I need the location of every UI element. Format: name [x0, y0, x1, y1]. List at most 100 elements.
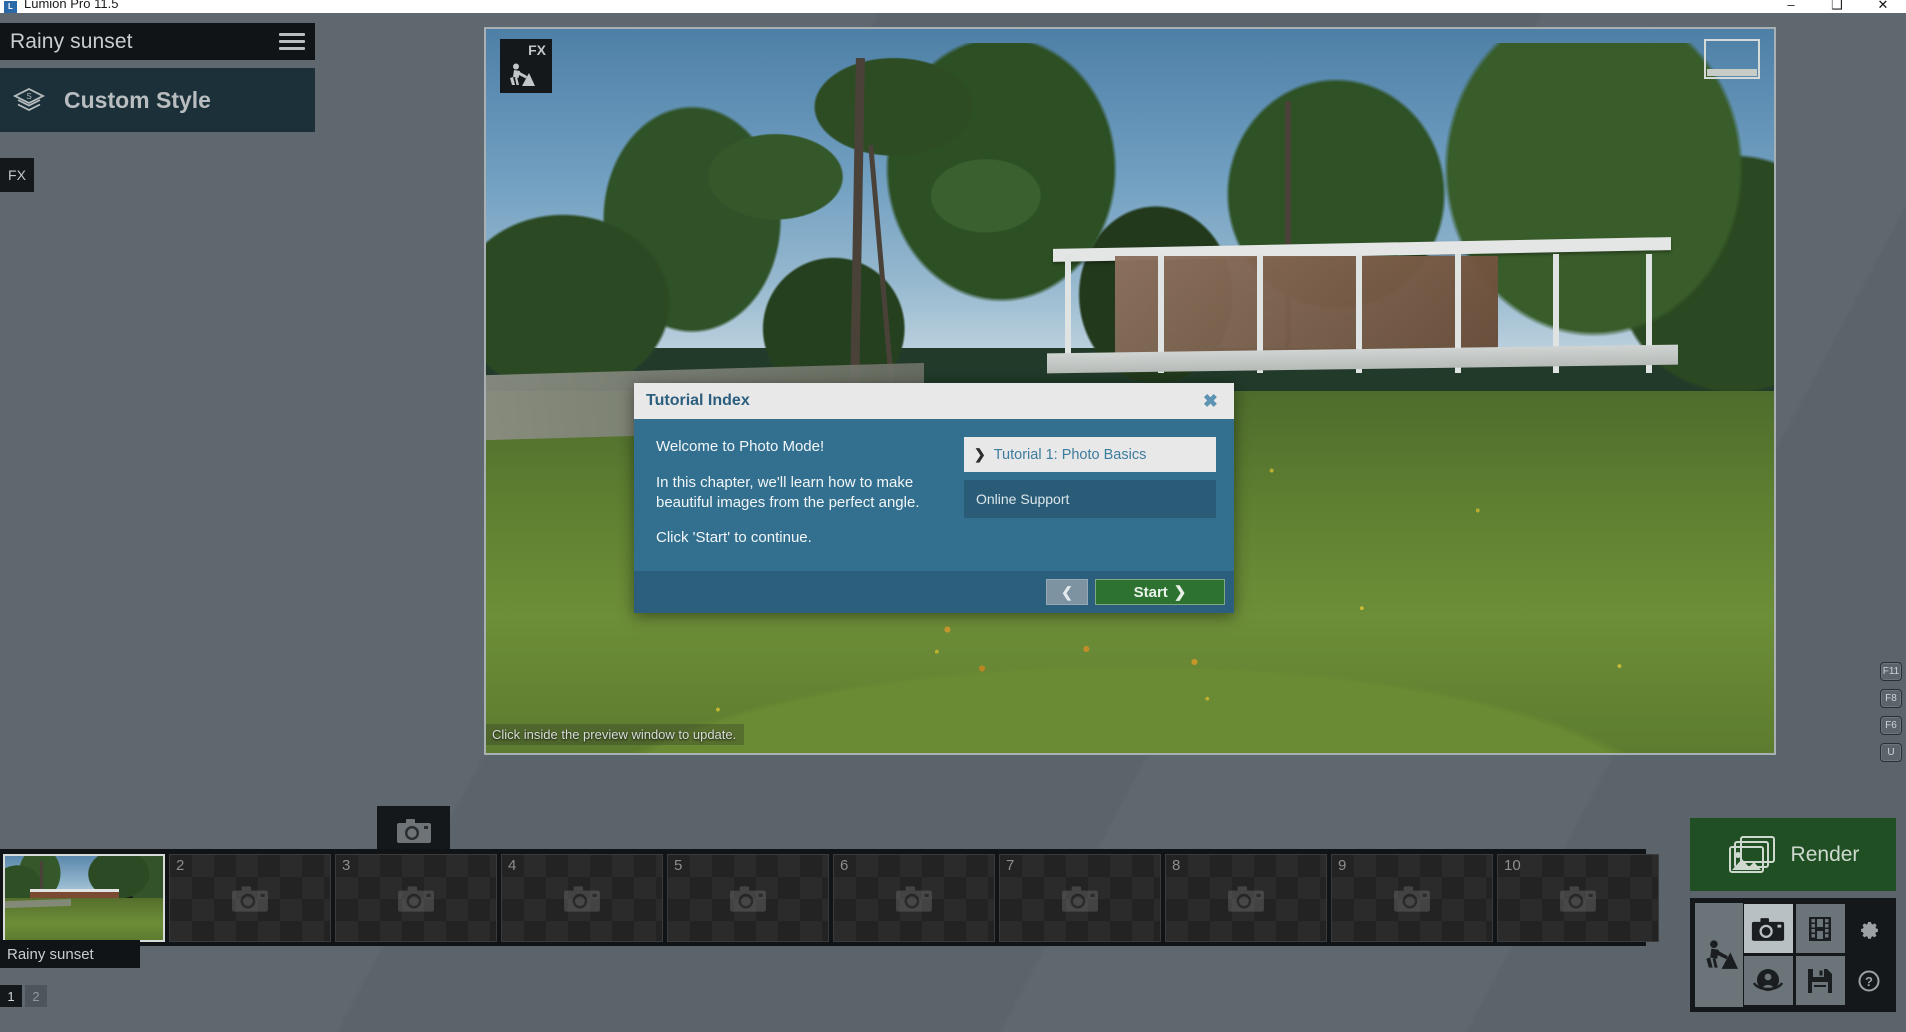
- online-support-item[interactable]: Online Support: [964, 480, 1216, 518]
- dialog-footer: ❮ Start ❯: [634, 571, 1234, 613]
- shortcut-key-f8[interactable]: F8: [1880, 689, 1902, 708]
- slot-number: 3: [342, 856, 351, 874]
- slot-number: 5: [674, 856, 683, 874]
- dialog-title: Tutorial Index: [646, 392, 750, 409]
- camera-icon: [1558, 882, 1598, 914]
- dialog-header: Tutorial Index ✖: [634, 383, 1234, 419]
- chevron-right-icon: ❯: [974, 446, 986, 462]
- floppy-disk-icon: [1805, 966, 1835, 996]
- app-icon: L: [4, 0, 17, 13]
- photo-mode-button[interactable]: [1742, 903, 1794, 954]
- aspect-frame-icon[interactable]: [1704, 39, 1760, 79]
- photo-slot-5[interactable]: 5: [667, 853, 829, 942]
- photo-slot-6[interactable]: 6: [833, 853, 995, 942]
- photo-thumbnail: [5, 855, 163, 940]
- minimize-button[interactable]: –: [1768, 0, 1814, 11]
- photo-slot-7[interactable]: 7: [999, 853, 1161, 942]
- photo-slots-filmstrip: 2 3 4 5 6 7 8 9 10: [0, 849, 1659, 946]
- camera-icon: [1750, 914, 1786, 943]
- tutorial-index-dialog: Tutorial Index ✖ Welcome to Photo Mode! …: [634, 383, 1234, 613]
- movie-mode-button[interactable]: [1794, 903, 1846, 954]
- camera-icon: [1392, 882, 1432, 914]
- dialog-paragraph-welcome: Welcome to Photo Mode!: [656, 438, 825, 455]
- help-icon[interactable]: ?: [1857, 969, 1881, 993]
- tutorial-1-item[interactable]: ❯ Tutorial 1: Photo Basics: [964, 437, 1216, 472]
- maximize-button[interactable]: ❑: [1814, 0, 1860, 11]
- sidebar-fx-button[interactable]: FX: [0, 158, 34, 192]
- camera-icon: [1226, 882, 1266, 914]
- page-tab-2[interactable]: 2: [25, 985, 47, 1007]
- project-title-bar[interactable]: Rainy sunset: [0, 23, 315, 60]
- shortcut-key-f11[interactable]: F11: [1880, 662, 1902, 681]
- dialog-body: Welcome to Photo Mode! In this chapter, …: [634, 419, 1234, 571]
- svg-text:?: ?: [1865, 974, 1873, 989]
- take-photo-button[interactable]: [377, 806, 450, 854]
- photo-slot-4[interactable]: 4: [501, 853, 663, 942]
- build-worker-icon: [1700, 937, 1738, 973]
- camera-icon: [894, 882, 934, 914]
- camera-icon: [395, 815, 433, 845]
- build-mode-button[interactable]: [1695, 903, 1743, 1007]
- slot-number: 4: [508, 856, 517, 874]
- photos-stack-icon: [1727, 834, 1779, 876]
- panorama-mode-button[interactable]: [1742, 955, 1794, 1006]
- mode-switcher-panel: ?: [1690, 898, 1896, 1012]
- photo-slot-9[interactable]: 9: [1331, 853, 1493, 942]
- camera-icon: [396, 882, 436, 914]
- photo-page-tabs: 1 2: [0, 985, 47, 1007]
- camera-icon: [230, 882, 270, 914]
- previous-button[interactable]: ❮: [1046, 579, 1088, 605]
- render-button[interactable]: Render: [1690, 818, 1896, 891]
- dialog-text-column: Welcome to Photo Mode! In this chapter, …: [656, 437, 946, 555]
- layers-style-icon: S: [12, 85, 46, 115]
- window-title: Lumion Pro 11.5: [24, 0, 119, 11]
- shortcut-key-u[interactable]: U: [1880, 743, 1902, 762]
- save-mode-button[interactable]: [1794, 955, 1846, 1006]
- slot-number: 9: [1338, 856, 1347, 874]
- chevron-right-icon: ❯: [1173, 584, 1187, 601]
- slot-number: 2: [176, 856, 185, 874]
- custom-style-label: Custom Style: [64, 86, 211, 113]
- slot-number: 7: [1006, 856, 1015, 874]
- tutorial-1-label: Tutorial 1: Photo Basics: [993, 446, 1147, 463]
- page-tab-1[interactable]: 1: [0, 985, 22, 1007]
- viewport-fx-badge[interactable]: FX: [500, 39, 552, 93]
- lumion-app-window: L Lumion Pro 11.5 – ❑ ✕ Rainy sunset S C…: [0, 0, 1906, 1032]
- gear-icon[interactable]: [1857, 917, 1881, 941]
- camera-icon: [562, 882, 602, 914]
- online-support-label: Online Support: [976, 491, 1070, 507]
- slot-number: 8: [1172, 856, 1181, 874]
- render-button-label: Render: [1790, 842, 1860, 866]
- close-button[interactable]: ✕: [1860, 0, 1906, 11]
- photo-slot-8[interactable]: 8: [1165, 853, 1327, 942]
- start-button-label: Start: [1133, 583, 1168, 601]
- close-icon[interactable]: ✖: [1199, 390, 1222, 412]
- camera-icon: [728, 882, 768, 914]
- slot-number: 10: [1504, 856, 1521, 874]
- dialog-list-column: ❯ Tutorial 1: Photo Basics Online Suppor…: [964, 437, 1216, 555]
- dialog-paragraph-chapter: In this chapter, we'll learn how to make…: [656, 473, 920, 511]
- shortcut-key-f6[interactable]: F6: [1880, 716, 1902, 735]
- custom-style-card[interactable]: S Custom Style: [0, 68, 315, 132]
- svg-text:S: S: [26, 92, 31, 101]
- film-strip-icon: [1805, 914, 1835, 944]
- mode-side-actions: ?: [1847, 903, 1891, 1007]
- photo-slot-2[interactable]: 2: [169, 853, 331, 942]
- window-controls: – ❑ ✕: [1768, 0, 1906, 13]
- photo-slot-1[interactable]: [3, 853, 165, 942]
- slot-number: 6: [840, 856, 849, 874]
- viewport-hint-text: Click inside the preview window to updat…: [486, 724, 745, 745]
- dialog-paragraph-continue: Click 'Start' to continue.: [656, 529, 812, 547]
- camera-icon: [1060, 882, 1100, 914]
- mode-grid: [1742, 903, 1847, 1007]
- shortcut-key-group: F11 F8 F6 U: [1880, 662, 1902, 762]
- project-title: Rainy sunset: [10, 29, 133, 53]
- viewport-fx-label: FX: [528, 42, 546, 58]
- photo-slot-3[interactable]: 3: [335, 853, 497, 942]
- photo-slot-10[interactable]: 10: [1497, 853, 1659, 942]
- start-button[interactable]: Start ❯: [1095, 579, 1225, 605]
- window-title-bar: L Lumion Pro 11.5 – ❑ ✕: [0, 0, 1906, 13]
- panorama-icon: [1752, 965, 1784, 997]
- selected-photo-label: Rainy sunset: [0, 940, 140, 968]
- hamburger-icon[interactable]: [279, 32, 305, 52]
